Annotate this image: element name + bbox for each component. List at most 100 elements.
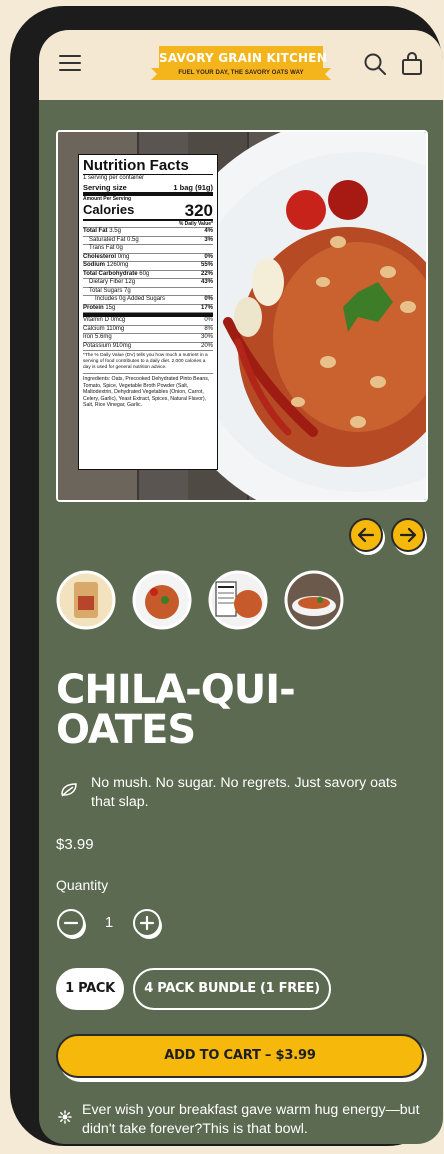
vitamin-dv: 8% — [204, 325, 213, 332]
nutrient-dv: 0% — [204, 296, 213, 303]
nutrient-rows: Total Fat 3.5g 4% Saturated Fat 0.5g 3% Tran… — [83, 228, 213, 314]
nutrient-amount: 7g — [124, 287, 131, 294]
arrow-left-glyph — [357, 527, 375, 543]
leaf-icon — [61, 783, 77, 797]
nutrient-name: Total Fat — [83, 228, 108, 235]
logo-tagline: FUEL YOUR DAY, THE SAVORY OATS WAY — [178, 70, 304, 76]
nutrient-name: Total Sugars — [89, 287, 123, 294]
vitamin-rows: Vitamin D 0mcg 0% Calcium 110mg 8% Iron 5.6m… — [83, 317, 213, 352]
nutrient-label: Protein 15g — [83, 305, 115, 313]
add-to-cart-button[interactable]: ADD TO CART – $3.99 — [56, 1034, 424, 1078]
calories-row: Calories 320 — [83, 202, 213, 222]
product-tagline: No mush. No sugar. No regrets. Just savo… — [91, 775, 397, 810]
nutrient-name: Dietary Fiber — [89, 279, 124, 286]
brand-logo[interactable]: SAVORY GRAIN KITCHEN FUEL YOUR DAY, THE … — [151, 46, 331, 84]
product-title-line2: OATES — [56, 707, 196, 753]
vitamin-amount: 910mg — [112, 342, 132, 349]
nutrient-row: Cholesterol 0mg 0% — [83, 254, 213, 263]
serving-size-label: Serving size — [83, 182, 127, 192]
vitamin-label: Vitamin D 0mcg — [83, 317, 125, 325]
product-hero-image: Nutrition Facts 1 serving per container … — [56, 130, 428, 502]
product-title: CHILA-QUI- OATES — [56, 670, 416, 750]
option-1-pack[interactable]: 1 PACK — [56, 968, 124, 1010]
product-price: $3.99 — [56, 836, 94, 853]
option-4-pack-bundle[interactable]: 4 PACK BUNDLE (1 FREE) — [133, 968, 331, 1010]
daily-value-header: % Daily Value* — [83, 221, 213, 229]
vitamin-label: Potassium 910mg — [83, 343, 131, 351]
nutrient-dv: 22% — [200, 270, 213, 277]
nutrient-dv: 43% — [200, 279, 213, 286]
nutrient-row: Dietary Fiber 12g 43% — [83, 279, 213, 288]
vitamin-row: Vitamin D 0mcg 0% — [83, 317, 213, 326]
vitamin-row: Potassium 910mg 20% — [83, 343, 213, 352]
vitamin-dv: 0% — [204, 317, 213, 324]
vitamin-name: Vitamin D — [83, 317, 109, 324]
nutrient-name: Saturated Fat — [89, 236, 126, 243]
serving-size-value: 1 bag (91g) — [173, 182, 213, 192]
nutrient-label: Includes 0g Added Sugars — [83, 296, 165, 304]
serving-size-row: Serving size 1 bag (91g) — [83, 183, 213, 196]
nutrition-title: Nutrition Facts — [83, 157, 213, 175]
nutrient-row: Trans Fat 0g — [83, 245, 213, 254]
nutrient-dv: 17% — [200, 304, 213, 311]
nutrient-name: Includes 0g Added Sugars — [95, 296, 166, 303]
app-screen: SAVORY GRAIN KITCHEN FUEL YOUR DAY, THE … — [39, 30, 443, 1144]
arrow-right-glyph — [399, 527, 417, 543]
vitamin-label: Iron 5.6mg — [83, 334, 112, 342]
ingredients-text: Ingredients: Oats, Precooked Dehydrated … — [83, 376, 210, 409]
nutrient-name: Cholesterol — [83, 253, 117, 260]
logo-title: SAVORY GRAIN KITCHEN — [159, 51, 327, 65]
vitamin-name: Iron — [83, 334, 94, 341]
nutrient-name: Protein — [83, 304, 104, 311]
arrow-right-icon[interactable] — [391, 518, 425, 552]
quantity-value[interactable]: 1 — [102, 914, 116, 931]
nutrition-facts-label: Nutrition Facts 1 serving per container … — [78, 154, 218, 470]
nutrient-amount: 1260mg — [106, 262, 129, 269]
vitamin-name: Calcium — [83, 325, 105, 332]
vitamin-amount: 110mg — [106, 325, 125, 332]
nutrient-amount: 0.5g — [127, 236, 139, 243]
nutrient-row: Sodium 1260mg 55% — [83, 262, 213, 271]
minus-circle-icon[interactable] — [56, 908, 88, 940]
vitamin-amount: 5.6mg — [95, 334, 112, 341]
nutrient-amount: 15g — [105, 304, 116, 311]
bowl-icon — [58, 1110, 72, 1124]
nutrient-label: Total Fat 3.5g — [83, 228, 121, 236]
servings-per-container: 1 serving per container — [83, 175, 145, 181]
vitamin-dv: 30% — [200, 334, 213, 341]
hamburger-menu-icon[interactable] — [57, 52, 83, 74]
nutrient-name: Total Carbohydrate — [83, 270, 138, 277]
nutrition-label-thumbnail[interactable] — [208, 570, 268, 630]
nutrient-amount: 60g — [139, 270, 150, 277]
nutrient-row: Total Carbohydrate 60g 22% — [83, 271, 213, 280]
bowl-side-view-thumbnail[interactable] — [284, 570, 344, 630]
nutrient-amount: 3.5g — [109, 228, 121, 235]
arrow-left-icon[interactable] — [349, 518, 383, 552]
nutrient-row: Saturated Fat 0.5g 3% — [83, 237, 213, 246]
vitamin-name: Potassium — [83, 342, 112, 349]
nutrient-amount: 0g — [116, 245, 123, 252]
daily-value-footnote: *The % Daily Value (DV) tells you how mu… — [83, 353, 213, 375]
plus-circle-icon[interactable] — [132, 908, 164, 940]
shopping-bag-icon[interactable] — [401, 51, 423, 76]
product-bag-thumbnail[interactable] — [56, 570, 116, 630]
nutrient-row: Includes 0g Added Sugars 0% — [83, 296, 213, 305]
nutrient-label: Total Sugars 7g — [83, 288, 131, 296]
nutrient-amount: 12g — [125, 279, 136, 286]
quantity-label: Quantity — [56, 877, 109, 893]
nutrient-row: Total Sugars 7g — [83, 288, 213, 297]
device-frame: SAVORY GRAIN KITCHEN FUEL YOUR DAY, THE … — [10, 6, 443, 1146]
nutrient-label: Saturated Fat 0.5g — [83, 237, 139, 245]
search-icon[interactable] — [363, 52, 387, 76]
nutrient-label: Trans Fat 0g — [83, 245, 123, 253]
chilaquiles-plate-thumbnail[interactable] — [132, 570, 192, 630]
nutrient-label: Sodium 1260mg — [83, 262, 128, 270]
nutrient-row: Total Fat 3.5g 4% — [83, 228, 213, 237]
nutrient-dv: 0% — [204, 253, 213, 260]
vitamin-label: Calcium 110mg — [83, 326, 124, 334]
nutrient-amount: 0mg — [117, 253, 130, 260]
nutrient-label: Total Carbohydrate 60g — [83, 271, 149, 279]
site-header: SAVORY GRAIN KITCHEN FUEL YOUR DAY, THE … — [39, 30, 443, 100]
nutrient-dv: 4% — [204, 228, 213, 235]
vitamin-row: Iron 5.6mg 30% — [83, 334, 213, 343]
